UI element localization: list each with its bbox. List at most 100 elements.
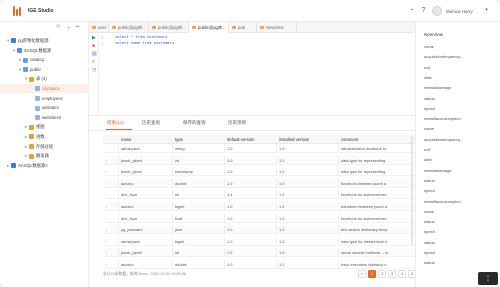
table-row[interactable]: ▪ jsonb_plperl int 1.0 1.0 data type for repr… — [103, 155, 415, 165]
page-button[interactable]: 2 — [378, 270, 386, 278]
tree-item[interactable]: ▸ 函数 — [0, 132, 89, 141]
tree-item[interactable]: websites — [0, 103, 89, 112]
code-line[interactable]: select * from customers — [115, 36, 167, 40]
tab-saved-query[interactable]: 保存的查询 — [183, 120, 206, 126]
row-checkbox[interactable]: ▪ — [103, 248, 118, 257]
table-row[interactable]: ▪ jsonb_plperl int 1.0 1.0 return access meth… — [103, 248, 415, 258]
property-field[interactable]: metadataimage — [424, 83, 496, 92]
property-field[interactable]: name — [424, 42, 496, 51]
properties-title: NewView — [424, 32, 444, 37]
vertical-scrollbar[interactable] — [411, 135, 413, 245]
property-field[interactable]: status — [424, 258, 496, 267]
property-field[interactable]: acquisitionfrequency — [424, 52, 496, 61]
tree-item[interactable]: cityspace — [0, 84, 89, 93]
column-header[interactable]: installed-version — [276, 135, 338, 144]
table-row[interactable]: ▪ autoinc double 1.0 1.0 functions between js… — [103, 178, 415, 188]
history-icon[interactable]: ◷ — [92, 68, 97, 73]
property-field[interactable]: metallfaconsumption — [424, 197, 496, 206]
avatar[interactable] — [432, 6, 442, 16]
property-field[interactable]: speed — [424, 104, 496, 113]
bell-icon[interactable]: ◔ — [407, 6, 416, 15]
tree-item[interactable]: ▸ catalog — [0, 55, 89, 64]
tree-item[interactable]: ▾ SASQL数据源 — [0, 46, 89, 55]
user-name[interactable]: Monica Harry — [446, 9, 473, 14]
tree-item[interactable]: websites2 — [0, 113, 89, 122]
row-checkbox[interactable]: ▪ — [103, 144, 118, 153]
property-field[interactable]: name — [424, 207, 496, 216]
table-row[interactable]: ▪ autoinc bigint 1.0 1.0 transform between js… — [103, 202, 415, 211]
chevron-down-icon[interactable]: ▾ — [482, 6, 491, 15]
editor-tab[interactable]: NewView — [257, 22, 297, 33]
row-checkbox[interactable]: ▪ — [103, 190, 118, 199]
property-field[interactable]: acquisitionfrequency — [424, 135, 496, 144]
editor-tab[interactable]: public@pg库... — [189, 22, 229, 33]
property-field[interactable]: unit — [424, 63, 496, 72]
tree-item[interactable]: ▸ 触发器 — [0, 151, 89, 160]
column-header[interactable]: default-version — [224, 135, 276, 144]
property-field[interactable]: name — [424, 124, 496, 133]
page-button[interactable]: < — [358, 270, 366, 278]
column-divider — [118, 167, 119, 177]
row-checkbox[interactable]: ▪ — [103, 237, 118, 246]
help-icon[interactable]: ? — [419, 6, 428, 15]
column-header[interactable]: name — [118, 135, 172, 144]
property-field[interactable]: speed — [424, 248, 496, 257]
row-checkbox[interactable]: ▪ — [103, 156, 118, 165]
tree-item[interactable]: ▸ 视图 — [0, 122, 89, 131]
tree-item[interactable]: ▸ 存储过程 — [0, 142, 89, 151]
property-field[interactable]: date — [424, 73, 496, 82]
tree-item[interactable]: ▾ public — [0, 65, 89, 74]
property-field[interactable]: status — [424, 94, 496, 103]
collapse-icon[interactable]: ⇤ — [76, 24, 81, 30]
table-row[interactable]: ▪ dict_xsyn int 1.4 1.4 functions for autoinc… — [103, 190, 415, 200]
column-divider — [118, 225, 119, 235]
tab-results[interactable]: 结果(12) — [107, 120, 124, 126]
editor-tab-label: pub — [238, 25, 245, 30]
table-row[interactable]: ▪ autoinc double 1.0 1.0 track execution stat… — [103, 260, 415, 269]
table-row[interactable]: ▪ pg_prewarm json 1.0 1.0 text search diction… — [103, 225, 415, 235]
stop-icon[interactable]: ■ — [92, 44, 97, 49]
row-checkbox[interactable]: ▪ — [103, 260, 118, 269]
property-field[interactable]: status — [424, 176, 496, 185]
property-field[interactable]: status — [424, 238, 496, 247]
run-icon[interactable]: ▶ — [92, 36, 97, 41]
row-checkbox[interactable]: ▪ — [103, 225, 118, 234]
row-checkbox[interactable]: ▪ — [103, 167, 118, 176]
page-button[interactable]: 1 — [368, 270, 376, 278]
plus-icon[interactable]: ＋ — [66, 24, 72, 32]
table-row[interactable]: ▪ jsonb_plperl timestamp 1.0 1.0 data type fo… — [103, 167, 415, 177]
tree-item[interactable]: ▸ SASQL数据源2 — [0, 161, 89, 170]
tab-history-project[interactable]: 历史项目 — [228, 120, 246, 126]
page-button[interactable]: 3 — [388, 270, 396, 278]
column-header[interactable]: type — [172, 135, 224, 144]
property-field[interactable]: speed — [424, 186, 496, 195]
editor-tab[interactable]: public@pg库... — [149, 22, 189, 33]
tab-history-query[interactable]: 历史查询 — [142, 120, 160, 126]
table-row[interactable]: ▪ adminpack string 1.0 1.0 administrative fun… — [103, 144, 415, 153]
tree-item[interactable]: employees — [0, 94, 89, 103]
row-checkbox[interactable]: ▪ — [103, 179, 118, 188]
row-checkbox[interactable]: ▪ — [103, 202, 118, 211]
table-row[interactable]: ▪ adminpack bigint 1.0 1.0 data type for hier… — [103, 236, 415, 246]
editor-tab[interactable]: user — [89, 22, 109, 33]
tree-item[interactable]: ▾ pg库物化数据源 — [0, 36, 89, 45]
property-field[interactable]: speed — [424, 227, 496, 236]
property-field[interactable]: metadataimage — [424, 166, 496, 175]
tree-item[interactable]: ▾ 表 (4) — [0, 74, 89, 83]
format-icon[interactable]: ≡ — [92, 60, 97, 65]
property-field[interactable]: metallfaconsumption — [424, 114, 496, 123]
property-field[interactable]: date — [424, 155, 496, 164]
sql-editor: user public@pg库... public@pg库... public@pg库… — [89, 22, 415, 116]
editor-tab[interactable]: public@pg库... — [109, 22, 149, 33]
app-window: IGE Studio ◔ ? Monica Harry ▾ ⟳ ＋ ⇤ ▾ pg库… — [0, 0, 500, 287]
row-checkbox[interactable]: ▪ — [103, 214, 118, 223]
editor-tab[interactable]: pub — [229, 22, 257, 33]
code-line[interactable]: select name from customers — [115, 42, 174, 46]
refresh-icon[interactable]: ⟳ — [56, 24, 61, 30]
page-button[interactable]: 4 — [398, 270, 406, 278]
save-icon[interactable]: ▤ — [92, 52, 97, 57]
table-row[interactable]: ▪ dict_xsyn float 1.0 1.0 functions for autoi… — [103, 213, 415, 223]
property-field[interactable]: unit — [424, 145, 496, 154]
column-header[interactable]: comment — [338, 135, 415, 144]
property-field[interactable]: status — [424, 217, 496, 226]
